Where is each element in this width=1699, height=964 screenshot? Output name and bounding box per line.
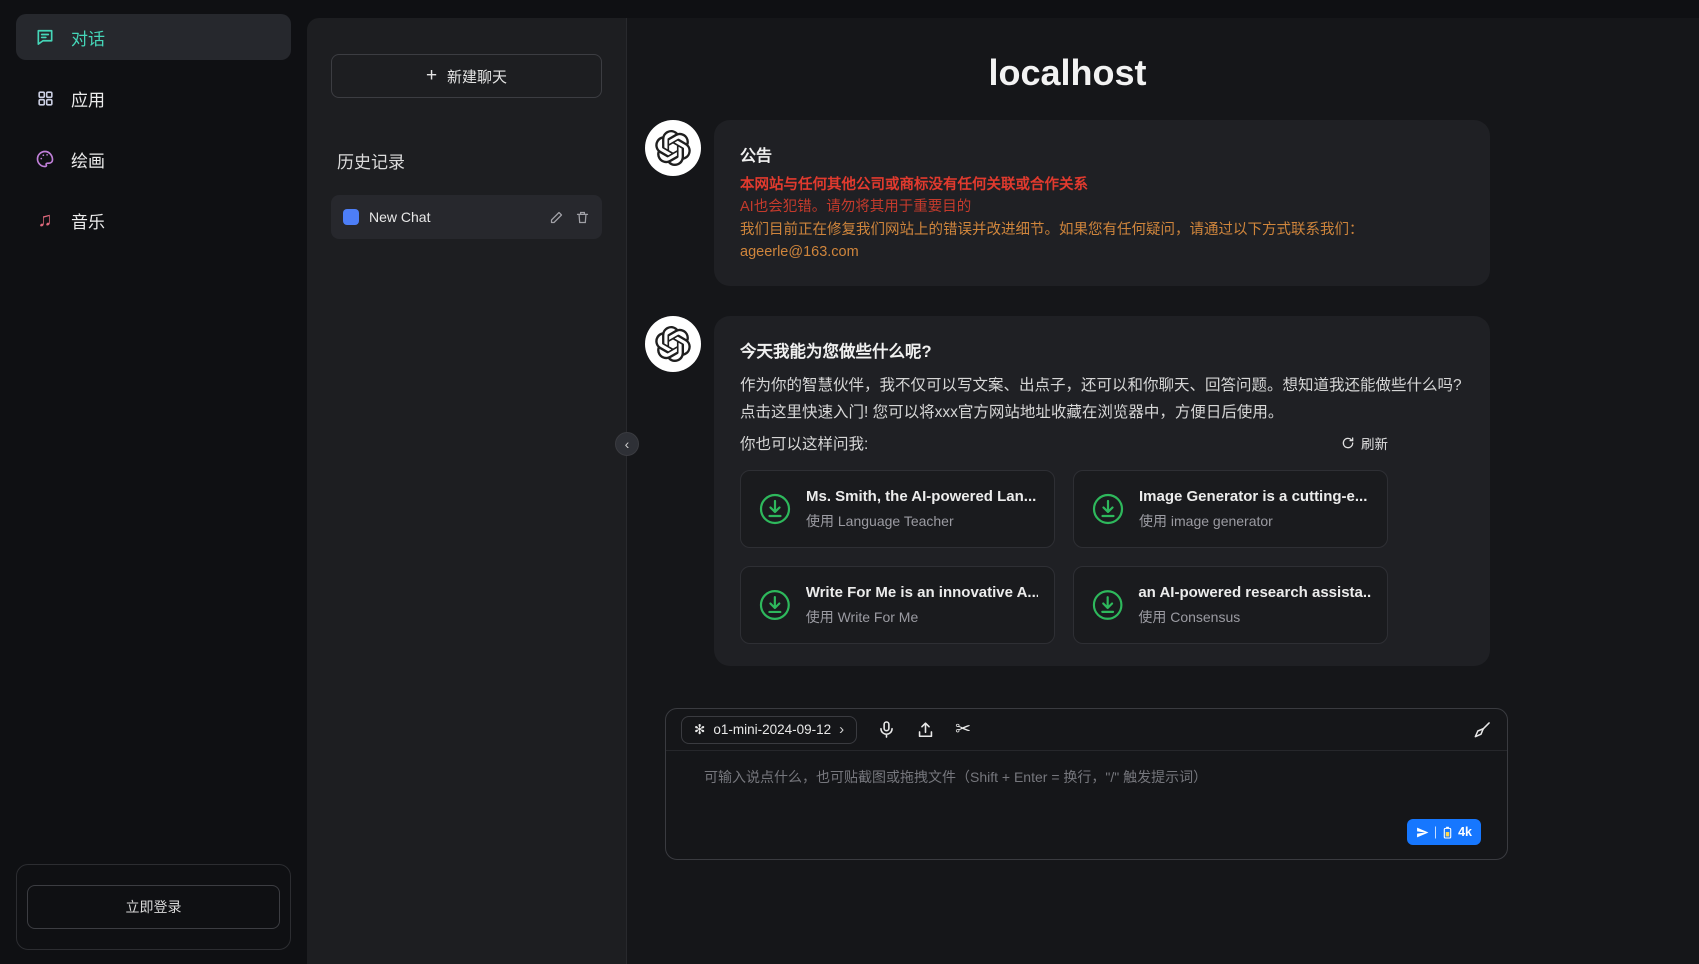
login-panel: 立即登录 xyxy=(16,864,291,950)
upload-icon[interactable] xyxy=(916,720,935,739)
history-title: 历史记录 xyxy=(337,148,602,173)
sidebar-item-apps[interactable]: 应用 xyxy=(16,75,291,121)
clear-context-broom-icon[interactable] xyxy=(1472,720,1492,740)
openai-logo-icon xyxy=(655,326,691,362)
chevron-left-icon: ‹ xyxy=(625,436,630,452)
delete-icon[interactable] xyxy=(575,210,590,225)
announcement-title: 公告 xyxy=(740,142,1464,166)
sidebar-item-label: 对话 xyxy=(71,25,105,50)
suggestion-subtitle: 使用 Write For Me xyxy=(806,607,1038,627)
assistant-avatar xyxy=(645,120,701,176)
welcome-title: 今天我能为您做些什么呢? xyxy=(740,338,1464,362)
chat-list-panel: + 新建聊天 历史记录 New Chat xyxy=(307,18,627,964)
sidebar-item-label: 应用 xyxy=(71,86,105,111)
collapse-sidebar-button[interactable]: ‹ xyxy=(615,432,639,456)
ask-hint: 你也可以这样问我: xyxy=(740,432,868,454)
suggestion-title: Image Generator is a cutting-e... xyxy=(1139,488,1367,505)
suggestion-text: Ms. Smith, the AI-powered Lan... 使用 Lang… xyxy=(806,488,1036,531)
download-circle-icon xyxy=(1090,587,1125,623)
message-bubble: 今天我能为您做些什么呢? 作为你的智慧伙伴，我不仅可以写文案、出点子，还可以和你… xyxy=(714,316,1490,666)
content-panel: + 新建聊天 历史记录 New Chat ‹ xyxy=(307,18,1699,964)
suggestion-grid: Ms. Smith, the AI-powered Lan... 使用 Lang… xyxy=(740,470,1464,644)
chat-item-title: New Chat xyxy=(369,209,539,225)
chevron-right-icon: › xyxy=(839,721,844,738)
chat-bubble-icon xyxy=(34,27,56,47)
sparkle-icon: ✻ xyxy=(694,722,705,738)
suggestion-card[interactable]: an AI-powered research assista... 使用 Con… xyxy=(1073,566,1388,644)
download-circle-icon xyxy=(757,587,793,623)
assistant-avatar xyxy=(645,316,701,372)
sidebar-item-label: 绘画 xyxy=(71,147,105,172)
welcome-body: 作为你的智慧伙伴，我不仅可以写文案、出点子，还可以和你聊天、回答问题。想知道我还… xyxy=(740,372,1464,426)
message-bubble: 公告 本网站与任何其他公司或商标没有任何关联或合作关系 AI也会犯错。请勿将其用… xyxy=(714,120,1490,286)
refresh-button[interactable]: 刷新 xyxy=(1341,433,1388,453)
chat-item-actions xyxy=(549,210,590,225)
composer: ✻ o1-mini-2024-09-12 › ✂ xyxy=(665,708,1508,860)
message-announcement: 公告 本网站与任何其他公司或商标没有任何关联或合作关系 AI也会犯错。请勿将其用… xyxy=(645,120,1490,286)
ask-hint-row: 你也可以这样问我: 刷新 xyxy=(740,432,1388,454)
announcement-line: 本网站与任何其他公司或商标没有任何关联或合作关系 xyxy=(740,174,1464,196)
sidebar-item-chat[interactable]: 对话 xyxy=(16,14,291,60)
chat-main-panel: ‹ localhost 公告 本网站与任何其他公司或商标没有任何关联或合作关系 … xyxy=(627,18,1699,964)
sidebar-item-music[interactable]: ♫ 音乐 xyxy=(16,197,291,243)
suggestion-title: an AI-powered research assista... xyxy=(1138,584,1371,601)
suggestion-title: Ms. Smith, the AI-powered Lan... xyxy=(806,488,1036,505)
apps-grid-icon xyxy=(34,89,56,108)
model-name: o1-mini-2024-09-12 xyxy=(713,722,831,737)
scissors-icon[interactable]: ✂ xyxy=(955,718,971,741)
download-circle-icon xyxy=(1090,491,1126,527)
sidebar: 对话 应用 绘画 ♫ 音乐 立即登录 xyxy=(0,0,307,964)
edit-icon[interactable] xyxy=(549,210,564,225)
send-button[interactable]: | 4k xyxy=(1407,819,1481,845)
suggestion-text: Image Generator is a cutting-e... 使用 ima… xyxy=(1139,488,1367,531)
plus-icon: + xyxy=(426,65,437,87)
page-title: localhost xyxy=(645,52,1490,94)
message-welcome: 今天我能为您做些什么呢? 作为你的智慧伙伴，我不仅可以写文案、出点子，还可以和你… xyxy=(645,316,1490,666)
suggestion-subtitle: 使用 image generator xyxy=(1139,511,1367,531)
microphone-icon[interactable] xyxy=(877,720,896,739)
chat-input[interactable] xyxy=(666,751,1507,859)
chat-list-item[interactable]: New Chat xyxy=(331,195,602,239)
new-chat-label: 新建聊天 xyxy=(447,66,507,87)
suggestion-subtitle: 使用 Language Teacher xyxy=(806,511,1036,531)
openai-logo-icon xyxy=(655,130,691,166)
music-note-icon: ♫ xyxy=(34,209,56,232)
suggestion-subtitle: 使用 Consensus xyxy=(1138,607,1371,627)
app: 对话 应用 绘画 ♫ 音乐 立即登录 + 新建聊天 xyxy=(0,0,1699,964)
suggestion-card[interactable]: Write For Me is an innovative A... 使用 Wr… xyxy=(740,566,1055,644)
battery-icon xyxy=(1442,826,1453,839)
sidebar-item-drawing[interactable]: 绘画 xyxy=(16,136,291,182)
suggestion-card[interactable]: Ms. Smith, the AI-powered Lan... 使用 Lang… xyxy=(740,470,1055,548)
composer-toolbar: ✻ o1-mini-2024-09-12 › ✂ xyxy=(666,709,1507,751)
download-circle-icon xyxy=(757,491,793,527)
suggestion-card[interactable]: Image Generator is a cutting-e... 使用 ima… xyxy=(1073,470,1388,548)
token-count: 4k xyxy=(1458,825,1472,839)
suggestion-text: an AI-powered research assista... 使用 Con… xyxy=(1138,584,1371,627)
announcement-line: AI也会犯错。请勿将其用于重要目的 xyxy=(740,196,1464,218)
contact-email-link[interactable]: ageerle@163.com xyxy=(740,241,859,263)
new-chat-button[interactable]: + 新建聊天 xyxy=(331,54,602,98)
suggestion-text: Write For Me is an innovative A... 使用 Wr… xyxy=(806,584,1038,627)
palette-icon xyxy=(34,149,56,169)
separator: | xyxy=(1434,825,1437,839)
model-selector[interactable]: ✻ o1-mini-2024-09-12 › xyxy=(681,716,857,744)
refresh-icon xyxy=(1341,436,1355,450)
chat-color-swatch-icon xyxy=(343,209,359,225)
announcement-line: 我们目前正在修复我们网站上的错误并改进细节。如果您有任何疑问，请通过以下方式联系… xyxy=(740,219,1464,241)
sidebar-item-label: 音乐 xyxy=(71,208,105,233)
suggestion-title: Write For Me is an innovative A... xyxy=(806,584,1038,601)
chat-messages-area: localhost 公告 本网站与任何其他公司或商标没有任何关联或合作关系 AI… xyxy=(627,18,1699,694)
refresh-label: 刷新 xyxy=(1361,433,1388,453)
send-plane-icon xyxy=(1416,826,1429,839)
login-button[interactable]: 立即登录 xyxy=(27,885,280,929)
